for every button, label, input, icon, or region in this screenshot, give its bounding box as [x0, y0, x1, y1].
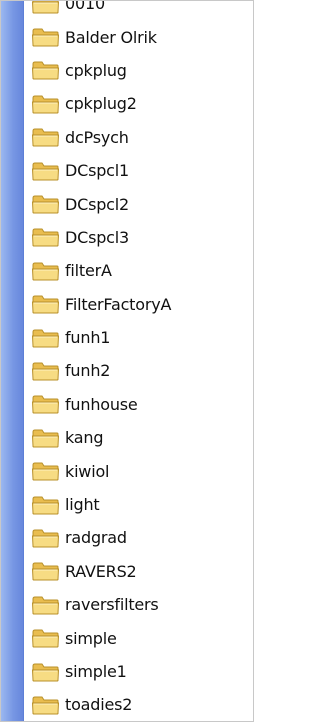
folder-item[interactable]: cpkplug2	[31, 87, 253, 120]
folder-list: 0010 Balder Olrik cpkplug cpkplug2 dcPsy…	[31, 0, 253, 721]
folder-item[interactable]: kang	[31, 421, 253, 454]
folder-item[interactable]: simple1	[31, 655, 253, 688]
folder-icon	[31, 93, 61, 115]
folder-icon	[31, 627, 61, 649]
folder-name: DCspcl1	[65, 161, 130, 181]
folder-icon	[31, 126, 61, 148]
folder-name: dcPsych	[65, 127, 129, 147]
folder-name: radgrad	[65, 528, 127, 548]
folder-icon	[31, 59, 61, 81]
folder-name: light	[65, 495, 100, 515]
folder-icon	[31, 661, 61, 683]
folder-icon	[31, 460, 61, 482]
folder-icon	[31, 527, 61, 549]
folder-name: cpkplug	[65, 60, 127, 80]
folder-name: 0010	[65, 0, 105, 14]
folder-name: DCspcl2	[65, 194, 130, 214]
folder-name: FilterFactoryA	[65, 294, 172, 314]
folder-name: kang	[65, 428, 104, 448]
folder-item[interactable]: simple	[31, 621, 253, 654]
folder-item[interactable]: funhouse	[31, 388, 253, 421]
folder-name: cpkplug2	[65, 94, 137, 114]
folder-item[interactable]: light	[31, 488, 253, 521]
folder-item[interactable]: kiwiol	[31, 454, 253, 487]
folder-name: raversfilters	[65, 595, 159, 615]
folder-icon	[31, 494, 61, 516]
folder-item[interactable]: cpkplug	[31, 54, 253, 87]
folder-item[interactable]: DCspcl2	[31, 187, 253, 220]
folder-icon	[31, 694, 61, 716]
folder-name: toadies2	[65, 695, 133, 715]
folder-item[interactable]: filterA	[31, 254, 253, 287]
folder-name: kiwiol	[65, 461, 110, 481]
folder-name: RAVERS2	[65, 561, 137, 581]
folder-name: DCspcl3	[65, 227, 130, 247]
folder-icon	[31, 260, 61, 282]
blue-side-bar	[1, 1, 24, 721]
folder-name: filterA	[65, 261, 112, 281]
folder-name: funh1	[65, 328, 111, 348]
folder-icon	[31, 427, 61, 449]
folder-item[interactable]: 0010	[31, 0, 253, 20]
folder-name: funh2	[65, 361, 111, 381]
folder-item[interactable]: funh1	[31, 321, 253, 354]
folder-item[interactable]: funh2	[31, 354, 253, 387]
folder-icon	[31, 226, 61, 248]
folder-icon	[31, 393, 61, 415]
folder-icon	[31, 160, 61, 182]
folder-item[interactable]: RAVERS2	[31, 555, 253, 588]
folder-icon	[31, 327, 61, 349]
folder-list-pane: 0010 Balder Olrik cpkplug cpkplug2 dcPsy…	[0, 0, 254, 722]
folder-item[interactable]: Balder Olrik	[31, 20, 253, 53]
folder-icon	[31, 1, 61, 15]
folder-item[interactable]: FilterFactoryA	[31, 288, 253, 321]
folder-item[interactable]: DCspcl1	[31, 154, 253, 187]
folder-icon	[31, 193, 61, 215]
folder-item[interactable]: radgrad	[31, 521, 253, 554]
folder-icon	[31, 26, 61, 48]
folder-item[interactable]: DCspcl3	[31, 221, 253, 254]
folder-item[interactable]: dcPsych	[31, 121, 253, 154]
folder-name: Balder Olrik	[65, 27, 157, 47]
folder-icon	[31, 594, 61, 616]
folder-name: simple1	[65, 662, 127, 681]
folder-item[interactable]: raversfilters	[31, 588, 253, 621]
folder-icon	[31, 293, 61, 315]
folder-name: simple	[65, 628, 117, 648]
folder-icon	[31, 360, 61, 382]
folder-item[interactable]: toadies2	[31, 688, 253, 721]
folder-name: funhouse	[65, 394, 138, 414]
folder-icon	[31, 560, 61, 582]
